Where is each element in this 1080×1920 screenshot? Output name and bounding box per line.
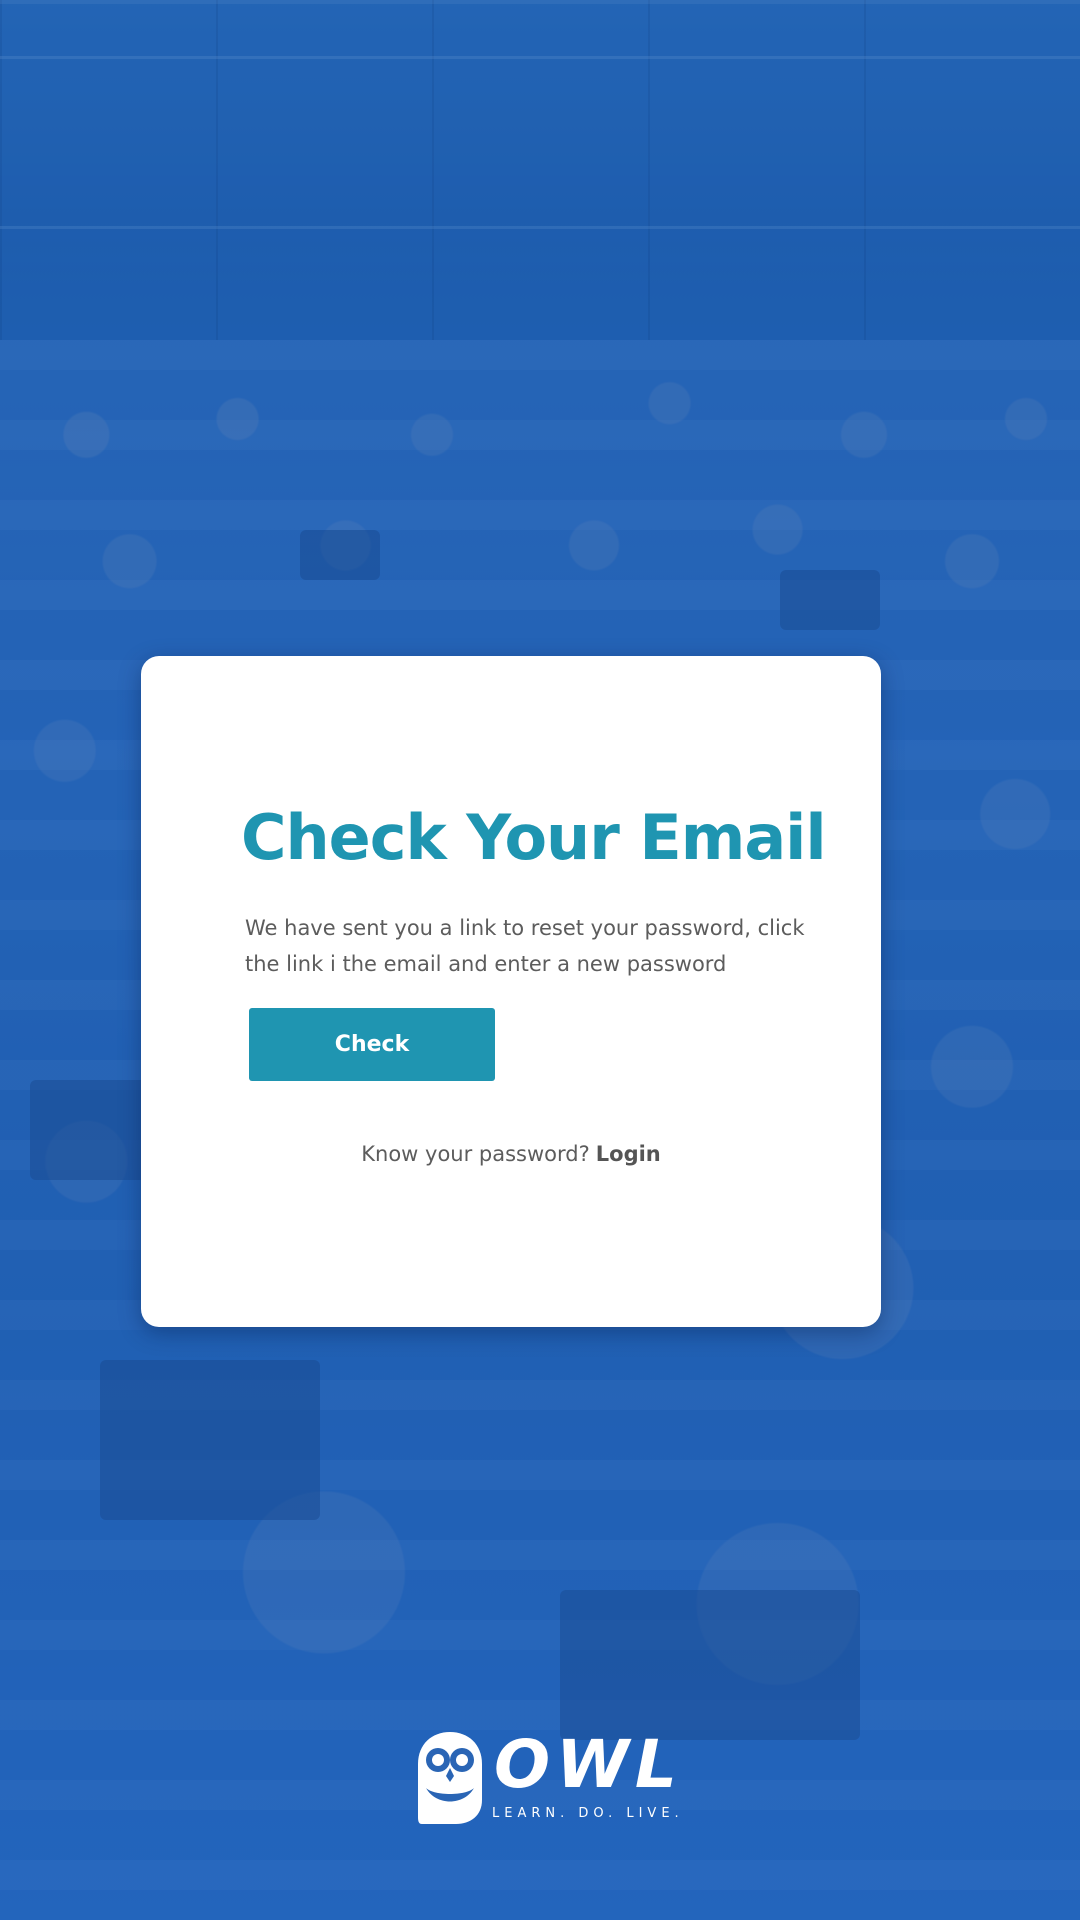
logo-tagline: LEARN. DO. LIVE. (492, 1806, 684, 1821)
owl-logo-icon (418, 1732, 482, 1824)
login-link[interactable]: Login (596, 1142, 661, 1166)
owl-logo: OWL LEARN. DO. LIVE. (416, 1730, 679, 1830)
login-prompt-text: Know your password? (361, 1142, 590, 1166)
login-prompt-row: Know your password? Login (141, 1142, 881, 1166)
check-button[interactable]: Check (249, 1008, 495, 1081)
logo-wordmark: OWL (494, 1726, 683, 1803)
check-email-card: Check Your Email We have sent you a link… (141, 656, 881, 1327)
page-title: Check Your Email (241, 801, 827, 874)
login-screen: Check Your Email We have sent you a link… (0, 0, 1080, 1920)
reset-message: We have sent you a link to reset your pa… (245, 916, 805, 976)
